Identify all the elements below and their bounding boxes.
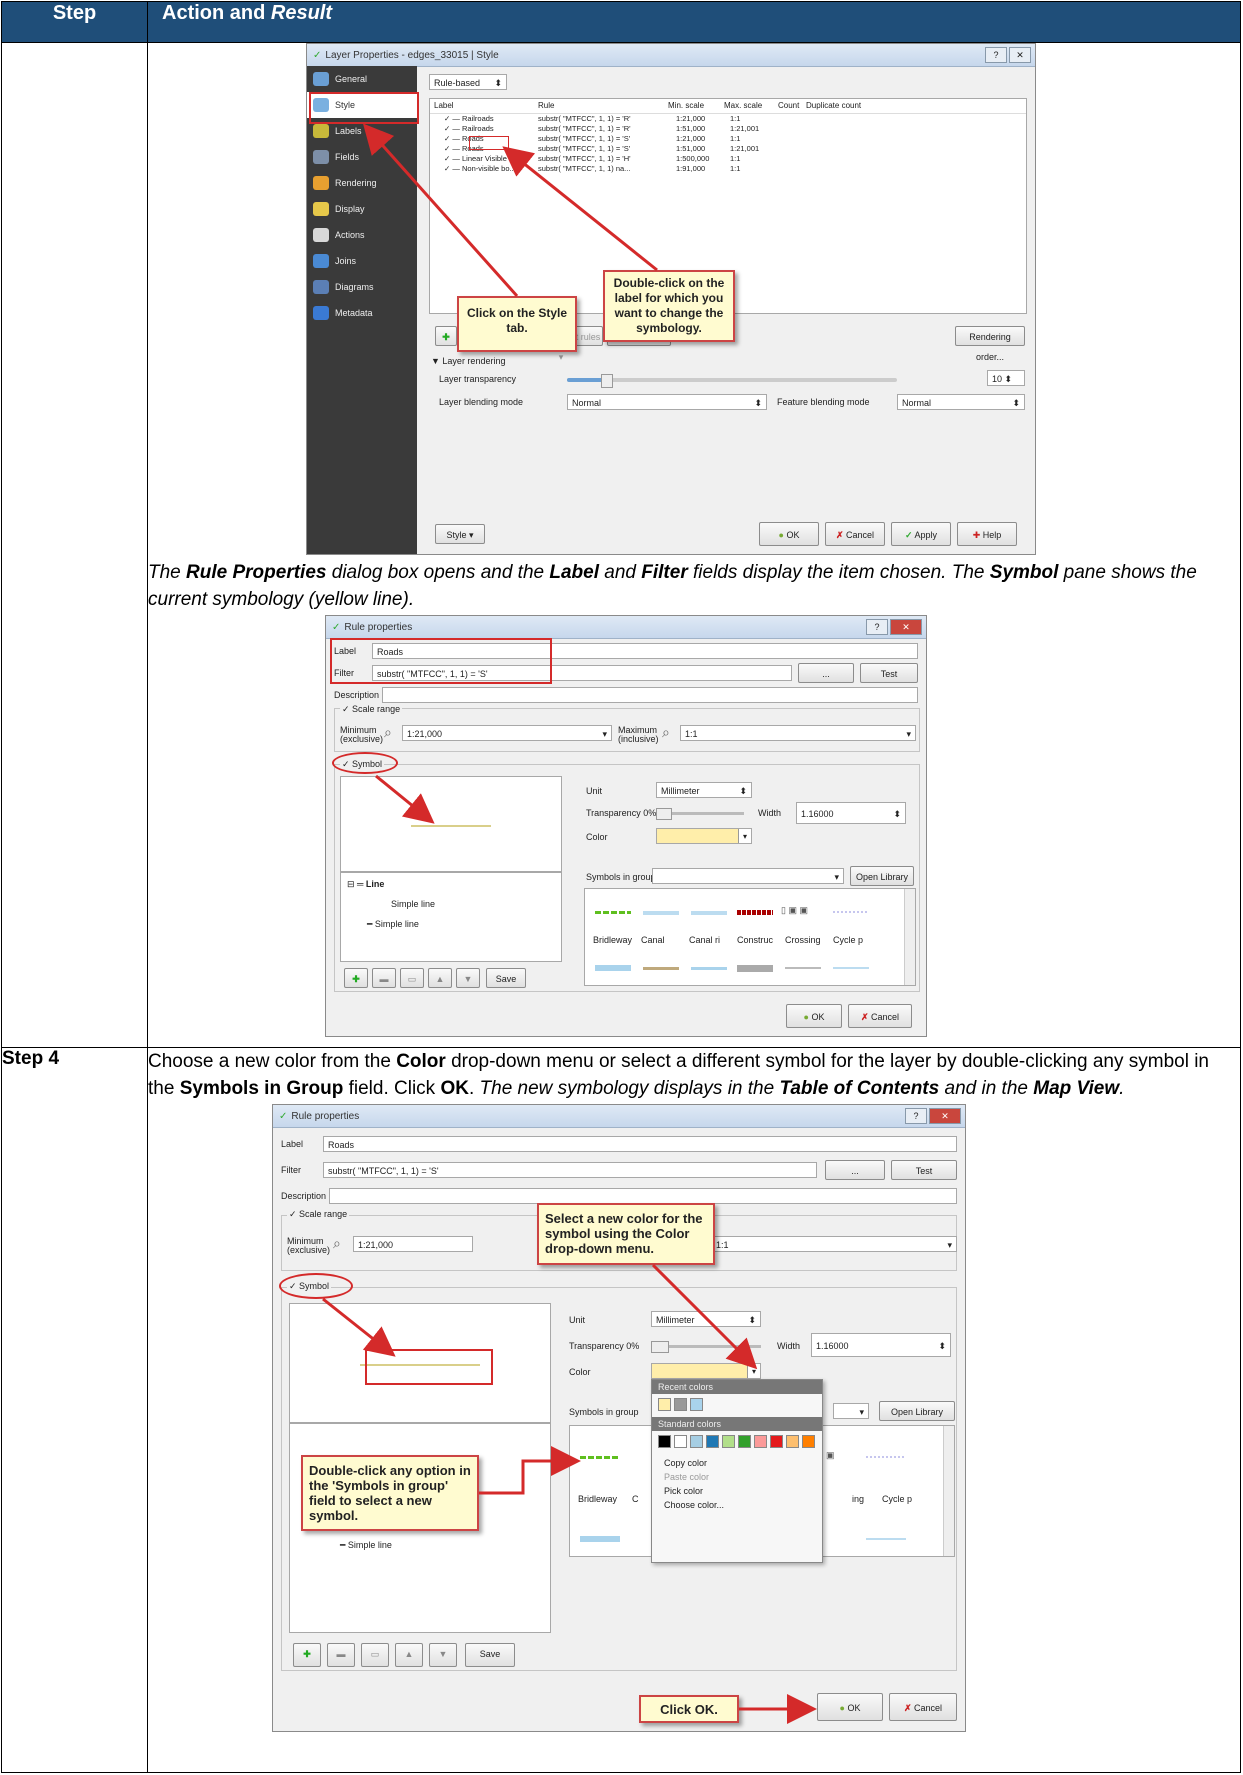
text-run: dialog box opens and the [326,562,550,583]
row1-step-cell [1,42,148,1048]
text-run: and [599,562,642,583]
annotation-arrows-1 [363,123,658,297]
rule-properties-screenshot-1: ✓ Rule properties ? ✕ Label Roads Filter s… [325,615,927,1037]
text-run: fields display the item chosen. The [687,562,990,583]
text-run: Choose a new color from the [148,1051,397,1072]
instruction-table: Step Action and Result ✓ Layer Properties… [1,1,1241,1773]
rule-properties-screenshot-2: ✓ Rule properties ? ✕ Label Roads Filter s… [272,1104,966,1732]
text-run: Filter [641,562,688,583]
header-step: Step [1,1,148,43]
text-run: The [148,562,187,583]
layer-properties-screenshot: ✓ Layer Properties - edges_33015 | Style … [306,43,1036,555]
text-run: Symbol [989,562,1059,583]
text-run: OK [440,1078,469,1099]
text-run: Symbols in Group [179,1078,344,1099]
text-run: . [468,1078,480,1099]
annotation-arrows-2 [375,774,435,824]
text-run: field. Click [343,1078,441,1099]
result-paragraph-1: The Rule Properties dialog box opens and… [148,559,1240,613]
row1-content: ✓ Layer Properties - edges_33015 | Style … [147,42,1241,1048]
text-run: . [1119,1078,1125,1099]
row2-step-cell: Step 4 [1,1047,148,1773]
annotation-arrows-3 [322,1263,817,1724]
header-action-text: Action and Result [162,2,333,24]
text-run: Color [396,1051,446,1072]
text-run: Rule Properties [186,562,327,583]
text-run: Map View [1033,1078,1120,1099]
action-paragraph-2: Choose a new color from the Color drop-d… [148,1048,1240,1102]
text-run: Table of Contents [779,1078,940,1099]
text-run: The new symbology displays in the [479,1078,780,1099]
row2-content: Choose a new color from the Color drop-d… [147,1047,1241,1773]
text-run: and in the [939,1078,1034,1099]
header-action: Action and Result [147,1,1241,43]
text-run: Label [549,562,599,583]
